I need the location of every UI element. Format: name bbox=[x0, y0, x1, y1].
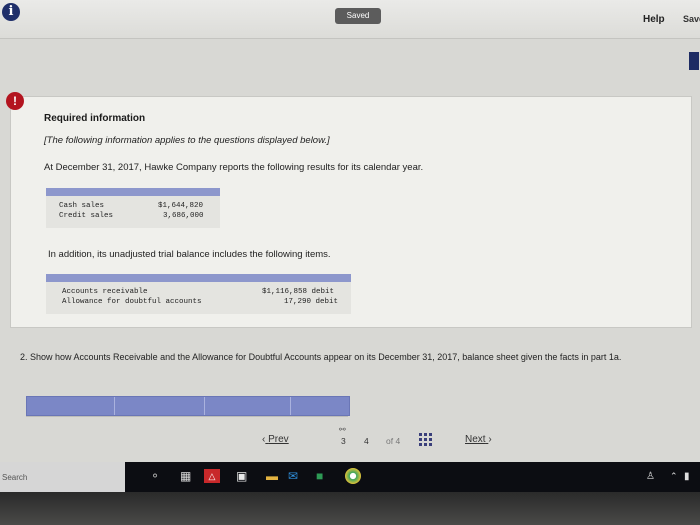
table-header-bar bbox=[46, 274, 351, 282]
alert-icon: ! bbox=[6, 92, 24, 110]
info-note: [The following information applies to th… bbox=[44, 135, 330, 146]
table-cell: 17,290 debit bbox=[284, 298, 339, 306]
next-button[interactable]: Next › bbox=[465, 434, 492, 445]
store-icon[interactable]: ▣ bbox=[236, 469, 247, 483]
help-link[interactable]: Help bbox=[643, 14, 665, 25]
chevron-right-icon: › bbox=[488, 434, 492, 445]
prev-button[interactable]: ‹ Prev bbox=[262, 434, 289, 445]
os-taskbar: Search ⚬ ▦ △ ▣ ▬ ✉ ■ ♙ ⌃ ▮ bbox=[0, 462, 700, 492]
battery-icon: ▮ bbox=[684, 471, 690, 482]
sales-table: Cash sales $1,644,820 Credit sales 3,686… bbox=[46, 188, 220, 228]
microphone-icon[interactable]: ⚬ bbox=[150, 469, 160, 483]
folder-icon[interactable]: ▬ bbox=[266, 469, 278, 483]
top-toolbar: i Saved Help Save bbox=[0, 0, 700, 39]
tab-divider bbox=[290, 397, 291, 415]
table-cell: 3,686,000 bbox=[163, 212, 204, 220]
table-cell: Credit sales bbox=[59, 212, 114, 220]
taskbar-search-box[interactable]: Search bbox=[0, 462, 125, 492]
chrome-icon[interactable] bbox=[345, 468, 361, 484]
chevron-up-icon[interactable]: ⌃ bbox=[670, 471, 678, 482]
mail-icon[interactable]: ✉ bbox=[288, 469, 298, 483]
info-icon[interactable]: i bbox=[2, 3, 20, 21]
link-icon: ⚯ bbox=[339, 425, 346, 434]
pdf-app-icon[interactable]: △ bbox=[204, 469, 220, 483]
table-header-bar bbox=[46, 188, 220, 196]
save-link[interactable]: Save bbox=[683, 14, 700, 24]
page-total: of 4 bbox=[386, 436, 401, 446]
grid-icon[interactable] bbox=[419, 433, 433, 447]
taskbar-search-label: Search bbox=[2, 473, 28, 482]
trial-balance-table: Accounts receivable $1,116,858 debit All… bbox=[46, 274, 351, 314]
prev-label: Prev bbox=[268, 434, 289, 445]
additional-info-text: In addition, its unadjusted trial balanc… bbox=[48, 249, 331, 260]
tab-divider bbox=[204, 397, 205, 415]
answer-divider bbox=[26, 416, 348, 417]
question-text: 2. Show how Accounts Receivable and the … bbox=[20, 352, 622, 362]
required-info-title: Required information bbox=[44, 113, 146, 124]
people-icon[interactable]: ♙ bbox=[646, 471, 655, 482]
table-cell: $1,644,820 bbox=[158, 202, 204, 210]
info-intro: At December 31, 2017, Hawke Company repo… bbox=[44, 162, 424, 173]
sheets-app-icon[interactable]: ■ bbox=[316, 469, 323, 483]
saved-status-badge: Saved bbox=[335, 8, 381, 24]
next-label: Next bbox=[465, 434, 486, 445]
table-cell: $1,116,858 debit bbox=[262, 288, 335, 296]
table-cell: Allowance for doubtful accounts bbox=[62, 298, 202, 306]
screen-bezel bbox=[0, 492, 700, 525]
page-number-current[interactable]: 4 bbox=[364, 436, 369, 446]
chevron-left-icon: ‹ bbox=[262, 434, 266, 445]
tab-divider bbox=[114, 397, 115, 415]
task-view-icon[interactable]: ▦ bbox=[180, 469, 191, 483]
side-marker bbox=[689, 52, 699, 70]
page-number-prev[interactable]: 3 bbox=[341, 436, 346, 446]
table-cell: Accounts receivable bbox=[62, 288, 148, 296]
table-cell: Cash sales bbox=[59, 202, 105, 210]
answer-tab-bar[interactable] bbox=[26, 396, 350, 416]
